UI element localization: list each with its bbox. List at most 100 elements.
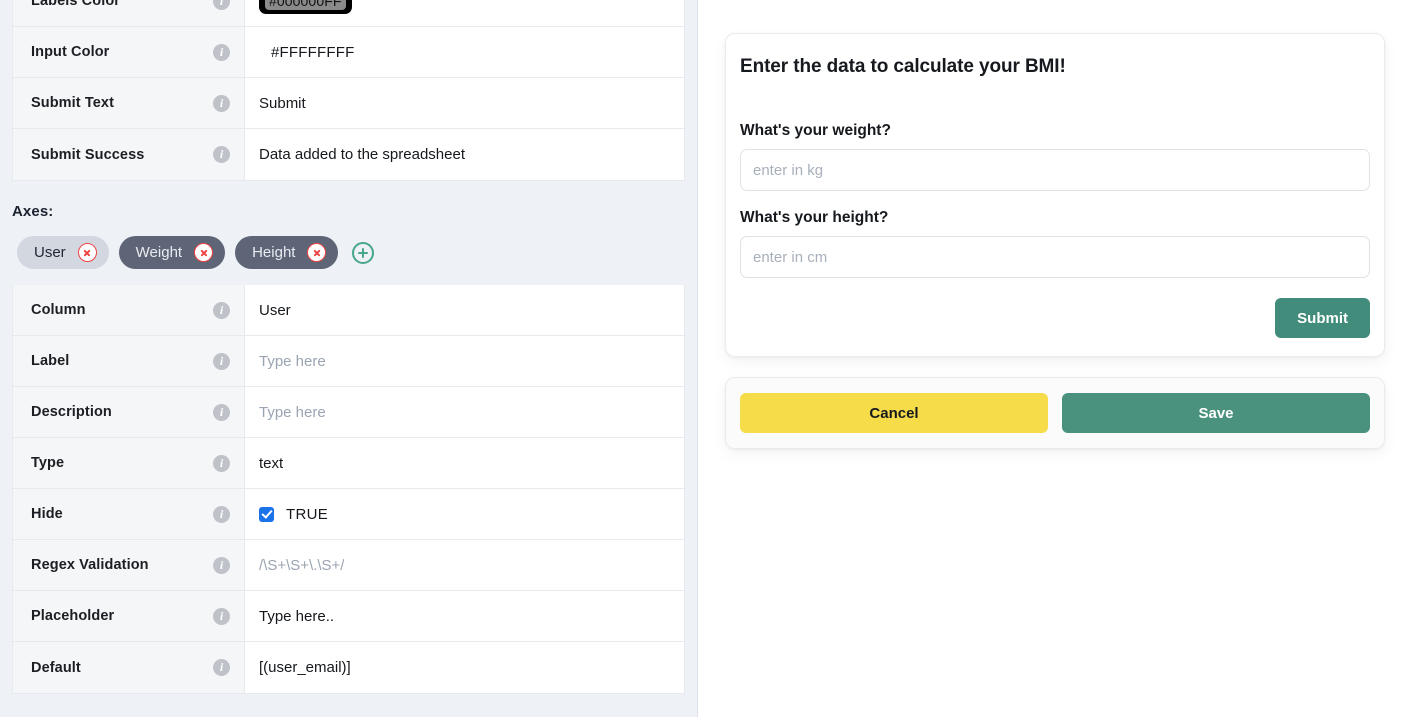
axis-settings-table: Column i User Label i Type here Description i Ty… [12, 285, 685, 694]
settings-row-value-cell[interactable]: Type here.. [245, 591, 684, 641]
info-icon[interactable]: i [213, 607, 230, 625]
settings-row-value: [(user_email)] [259, 659, 351, 676]
settings-row-value: text [259, 454, 284, 472]
settings-row: Hide i TRUE [13, 489, 684, 540]
settings-row-label-cell: Submit Success i [13, 129, 245, 180]
settings-row-value-cell[interactable]: #FFFFFFFF [245, 27, 684, 77]
settings-row: Submit Success i Data added to the spreads… [13, 129, 684, 180]
settings-row-label-cell: Placeholder i [13, 591, 245, 641]
settings-row-value-cell[interactable]: Type here [245, 387, 684, 437]
settings-row-value-cell[interactable]: #000000FF [245, 0, 684, 26]
submit-button[interactable]: Submit [1275, 298, 1370, 338]
settings-row: Labels Color i #000000FF [13, 0, 684, 27]
color-value-swatch[interactable]: #000000FF [259, 0, 352, 14]
settings-row-label: Submit Text [31, 95, 115, 111]
settings-row-label: Regex Validation [31, 557, 149, 573]
plus-circle-icon[interactable] [352, 241, 375, 264]
settings-row-label-cell: Input Color i [13, 27, 245, 77]
settings-row-value-cell[interactable]: text [245, 438, 684, 488]
hide-checkbox[interactable] [259, 506, 274, 522]
info-icon[interactable]: i [213, 301, 230, 319]
settings-row: Label i Type here [13, 336, 684, 387]
height-input[interactable] [740, 236, 1370, 278]
settings-row-label-cell: Description i [13, 387, 245, 437]
axes-title: Axes: [12, 203, 54, 220]
settings-panel: Labels Color i #000000FF Input Color i #FFFFF… [0, 0, 698, 717]
settings-row-label-cell: Type i [13, 438, 245, 488]
settings-row-value-cell[interactable]: TRUE [245, 489, 684, 539]
settings-row-value-placeholder: /\S+\S+\.\S+/ [259, 556, 345, 574]
axes-chip-list: User Weight Height [12, 236, 685, 269]
settings-row-label: Labels Color [31, 0, 121, 9]
axis-chip[interactable]: Weight [118, 236, 226, 269]
settings-row-value: Type here.. [259, 607, 335, 625]
settings-row-label-cell: Submit Text i [13, 78, 245, 128]
cancel-button[interactable]: Cancel [740, 393, 1048, 433]
close-circle-icon[interactable] [307, 243, 327, 262]
form-preview-panel: Enter the data to calculate your BMI! Wh… [698, 0, 1402, 717]
settings-row-label: Input Color [31, 44, 110, 60]
form-actions-bar: Cancel Save [725, 377, 1385, 449]
settings-row-label: Description [31, 404, 112, 420]
settings-row-value: Submit [259, 94, 306, 112]
close-circle-icon[interactable] [194, 243, 214, 262]
settings-row: Type i text [13, 438, 684, 489]
height-field-block: What's your height? [740, 209, 1370, 278]
info-icon[interactable]: i [213, 352, 230, 370]
settings-row-value-cell[interactable]: Type here [245, 336, 684, 386]
save-button[interactable]: Save [1062, 393, 1370, 433]
settings-row-label: Submit Success [31, 146, 145, 163]
weight-field-block: What's your weight? [740, 122, 1370, 191]
settings-row-label: Type [31, 455, 65, 471]
axis-chip-label: User [34, 244, 66, 261]
info-icon[interactable]: i [213, 505, 230, 523]
weight-input[interactable] [740, 149, 1370, 191]
settings-row-value-placeholder: Type here [259, 352, 326, 370]
settings-row-label-cell: Hide i [13, 489, 245, 539]
info-icon[interactable]: i [213, 146, 230, 163]
axis-chip-label: Height [252, 244, 296, 261]
settings-row-label: Placeholder [31, 608, 115, 624]
info-icon[interactable]: i [213, 94, 230, 112]
close-circle-icon[interactable] [77, 243, 97, 262]
info-icon[interactable]: i [213, 659, 230, 676]
app-root: Labels Color i #000000FF Input Color i #FFFFF… [0, 0, 1402, 717]
settings-row: Submit Text i Submit [13, 78, 684, 129]
info-icon[interactable]: i [213, 403, 230, 421]
settings-row: Default i [(user_email)] [13, 642, 684, 693]
settings-row-label: Label [31, 353, 70, 369]
settings-row-value-placeholder: Type here [259, 403, 326, 421]
settings-row-value: User [259, 301, 291, 319]
settings-row-label-cell: Default i [13, 642, 245, 693]
axis-chip[interactable]: Height [235, 236, 339, 269]
settings-row: Column i User [13, 285, 684, 336]
settings-row-label-cell: Column i [13, 285, 245, 335]
settings-row-value-cell[interactable]: [(user_email)] [245, 642, 684, 693]
settings-row-value-cell[interactable]: Data added to the spreadsheet [245, 129, 684, 180]
settings-row-label-cell: Label i [13, 336, 245, 386]
settings-row-label-cell: Labels Color i [13, 0, 245, 26]
settings-row-label: Default [31, 659, 81, 676]
info-icon[interactable]: i [213, 43, 230, 61]
hide-checkbox-label: TRUE [286, 505, 329, 523]
axis-chip-label: Weight [135, 244, 183, 261]
info-icon[interactable]: i [213, 556, 230, 574]
settings-row-value: Data added to the spreadsheet [259, 146, 465, 163]
settings-row-value: #FFFFFFFF [271, 43, 355, 61]
submit-row: Submit [740, 296, 1370, 338]
settings-row-value-cell[interactable]: Submit [245, 78, 684, 128]
settings-row-value-cell[interactable]: User [245, 285, 684, 335]
color-value-text: #000000FF [265, 0, 346, 10]
axis-chip[interactable]: User [17, 236, 109, 269]
info-icon[interactable]: i [213, 0, 230, 10]
bmi-form-title: Enter the data to calculate your BMI! [740, 56, 1066, 77]
axes-section: Axes: User Weight Height [0, 181, 697, 269]
settings-row-value-cell[interactable]: /\S+\S+\.\S+/ [245, 540, 684, 590]
settings-row-label: Column [31, 302, 86, 318]
info-icon[interactable]: i [213, 454, 230, 472]
settings-row: Input Color i #FFFFFFFF [13, 27, 684, 78]
settings-row-label-cell: Regex Validation i [13, 540, 245, 590]
height-field-label: What's your height? [740, 209, 889, 226]
bmi-form-card: Enter the data to calculate your BMI! Wh… [725, 33, 1385, 357]
settings-row: Regex Validation i /\S+\S+\.\S+/ [13, 540, 684, 591]
